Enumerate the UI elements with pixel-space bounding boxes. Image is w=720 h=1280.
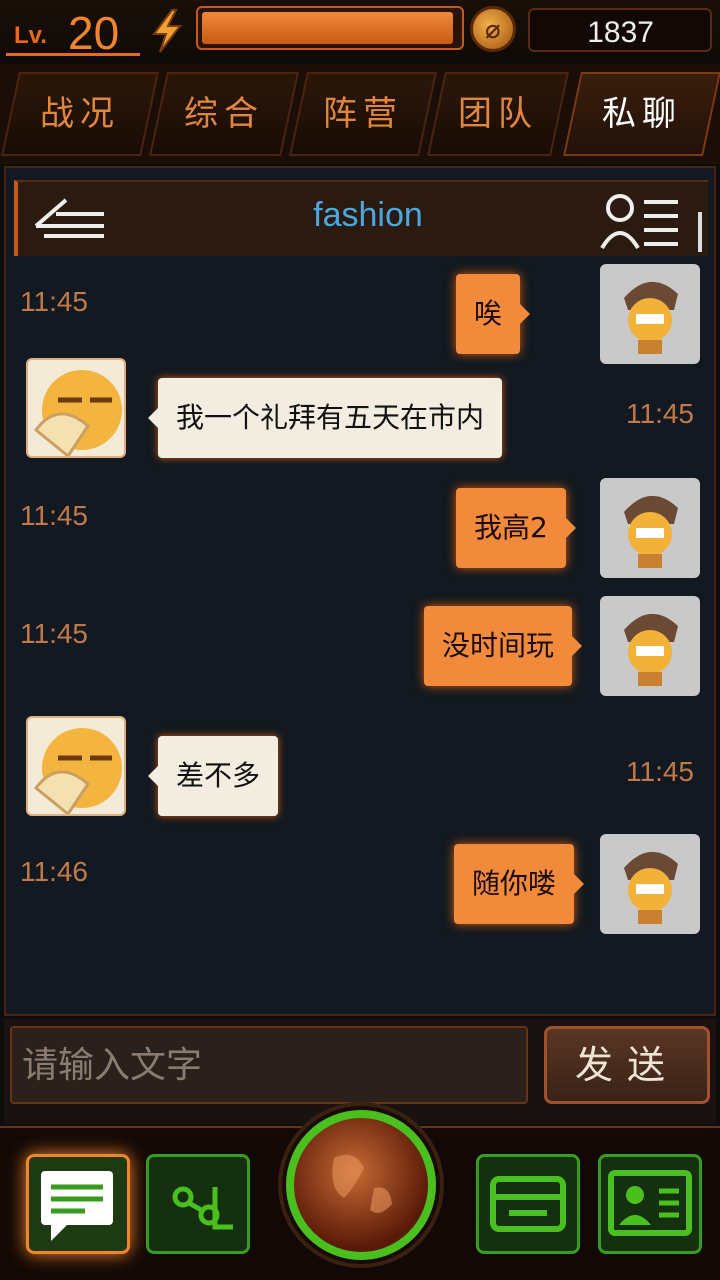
- bottom-nav: [0, 1110, 720, 1280]
- chat-panel: fashion 11:45 唉 11:45 我一个礼拜有五天在市内 11:45 我高2 11…: [4, 166, 716, 1016]
- profile-nav-button[interactable]: [598, 1154, 702, 1254]
- share-nav-button[interactable]: [146, 1154, 250, 1254]
- lightning-icon: [152, 9, 183, 53]
- message-time: 11:45: [626, 756, 694, 787]
- contacts-list-icon[interactable]: [598, 190, 682, 252]
- shop-nav-button[interactable]: [476, 1154, 580, 1254]
- energy-bar: [196, 6, 464, 50]
- level-label: Lv.: [14, 22, 47, 49]
- chat-title: fashion: [313, 196, 423, 234]
- globe-icon: [332, 1154, 392, 1213]
- share-icon: [172, 1186, 233, 1230]
- message-bubble[interactable]: 我高2: [456, 488, 576, 568]
- tab-faction[interactable]: 阵营: [289, 72, 437, 156]
- message-bubble[interactable]: 没时间玩: [424, 606, 583, 686]
- message-input[interactable]: [10, 1026, 528, 1104]
- level-value: 20: [68, 7, 120, 59]
- my-avatar[interactable]: [600, 478, 700, 578]
- tab-private-chat[interactable]: 私聊: [563, 72, 720, 156]
- shop-icon: [490, 1176, 566, 1232]
- message-time: 11:45: [20, 286, 88, 317]
- tab-team[interactable]: 团队: [427, 72, 569, 156]
- my-avatar[interactable]: [600, 264, 700, 364]
- contact-avatar[interactable]: [26, 716, 126, 816]
- chat-scrollbar[interactable]: [698, 212, 702, 252]
- composer: 发送: [4, 1018, 716, 1124]
- message-bubble[interactable]: 随你喽: [454, 844, 585, 924]
- tab-battle[interactable]: 战况: [1, 72, 159, 156]
- send-button[interactable]: 发送: [544, 1026, 710, 1104]
- message-time: 11:45: [626, 398, 694, 429]
- globe-button[interactable]: [286, 1110, 436, 1260]
- message-row: 11:45 没时间玩: [6, 596, 714, 706]
- message-time: 11:45: [20, 500, 88, 531]
- level-display: Lv. 20: [6, 4, 140, 59]
- message-row: 11:46 随你喽: [6, 834, 714, 944]
- message-row: 11:45 差不多: [6, 716, 714, 826]
- my-avatar[interactable]: [600, 834, 700, 934]
- profile-card-icon: [608, 1170, 692, 1236]
- chat-icon: [41, 1171, 113, 1241]
- coin-icon[interactable]: ⌀: [470, 6, 516, 52]
- contact-avatar[interactable]: [26, 358, 126, 458]
- message-row: 11:45 我一个礼拜有五天在市内: [6, 358, 714, 468]
- chat-header: fashion: [14, 180, 708, 256]
- message-bubble[interactable]: 差不多: [147, 736, 279, 816]
- energy-fill: [202, 12, 453, 44]
- message-time: 11:46: [20, 856, 88, 887]
- message-bubble[interactable]: 我一个礼拜有五天在市内: [147, 378, 503, 458]
- chat-nav-button[interactable]: [26, 1154, 130, 1254]
- channel-tabs: 战况 综合 阵营 团队 私聊: [0, 64, 720, 164]
- back-icon[interactable]: [26, 190, 110, 250]
- status-bar: Lv. 20 ⌀ 1837: [0, 0, 720, 62]
- message-bubble[interactable]: 唉: [456, 274, 531, 354]
- tab-general[interactable]: 综合: [149, 72, 299, 156]
- message-time: 11:45: [20, 618, 88, 649]
- my-avatar[interactable]: [600, 596, 700, 696]
- coin-counter: 1837: [528, 8, 712, 52]
- coin-value: 1837: [587, 16, 654, 49]
- message-row: 11:45 我高2: [6, 478, 714, 588]
